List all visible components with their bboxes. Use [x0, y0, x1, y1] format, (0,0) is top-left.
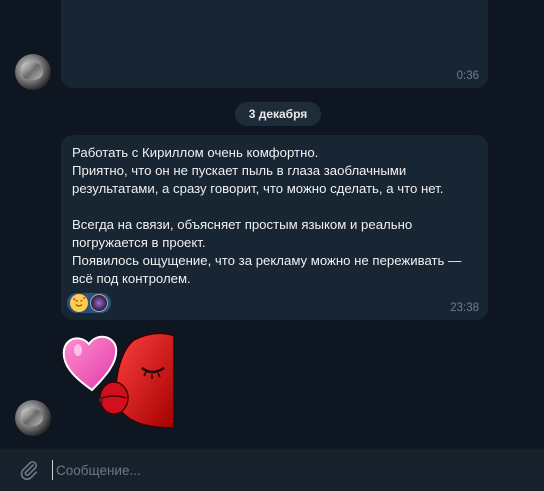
reactor-avatar[interactable] — [90, 294, 108, 312]
message-text: Работать с Кириллом очень комфортно. При… — [72, 145, 462, 286]
paperclip-icon[interactable] — [18, 459, 40, 481]
smiling-face-with-hearts-icon — [70, 294, 88, 312]
pink-heart-kissing-lips-icon — [62, 332, 175, 429]
message-bubble[interactable]: Работать с Кириллом очень комфортно. При… — [61, 135, 488, 320]
message-time: 23:38 — [450, 302, 479, 314]
sender-avatar[interactable] — [15, 400, 51, 436]
message-time: 0:36 — [456, 70, 479, 82]
reactions-pill[interactable] — [67, 293, 111, 313]
message-input[interactable] — [52, 460, 522, 480]
chat-history: 0:36 3 декабря Работать с Кириллом очень… — [0, 0, 544, 448]
message-bubble[interactable]: 0:36 — [61, 0, 488, 88]
message-composer — [0, 448, 544, 491]
date-separator[interactable]: 3 декабря — [235, 102, 321, 126]
sender-avatar[interactable] — [15, 54, 51, 90]
sticker[interactable] — [62, 328, 175, 429]
